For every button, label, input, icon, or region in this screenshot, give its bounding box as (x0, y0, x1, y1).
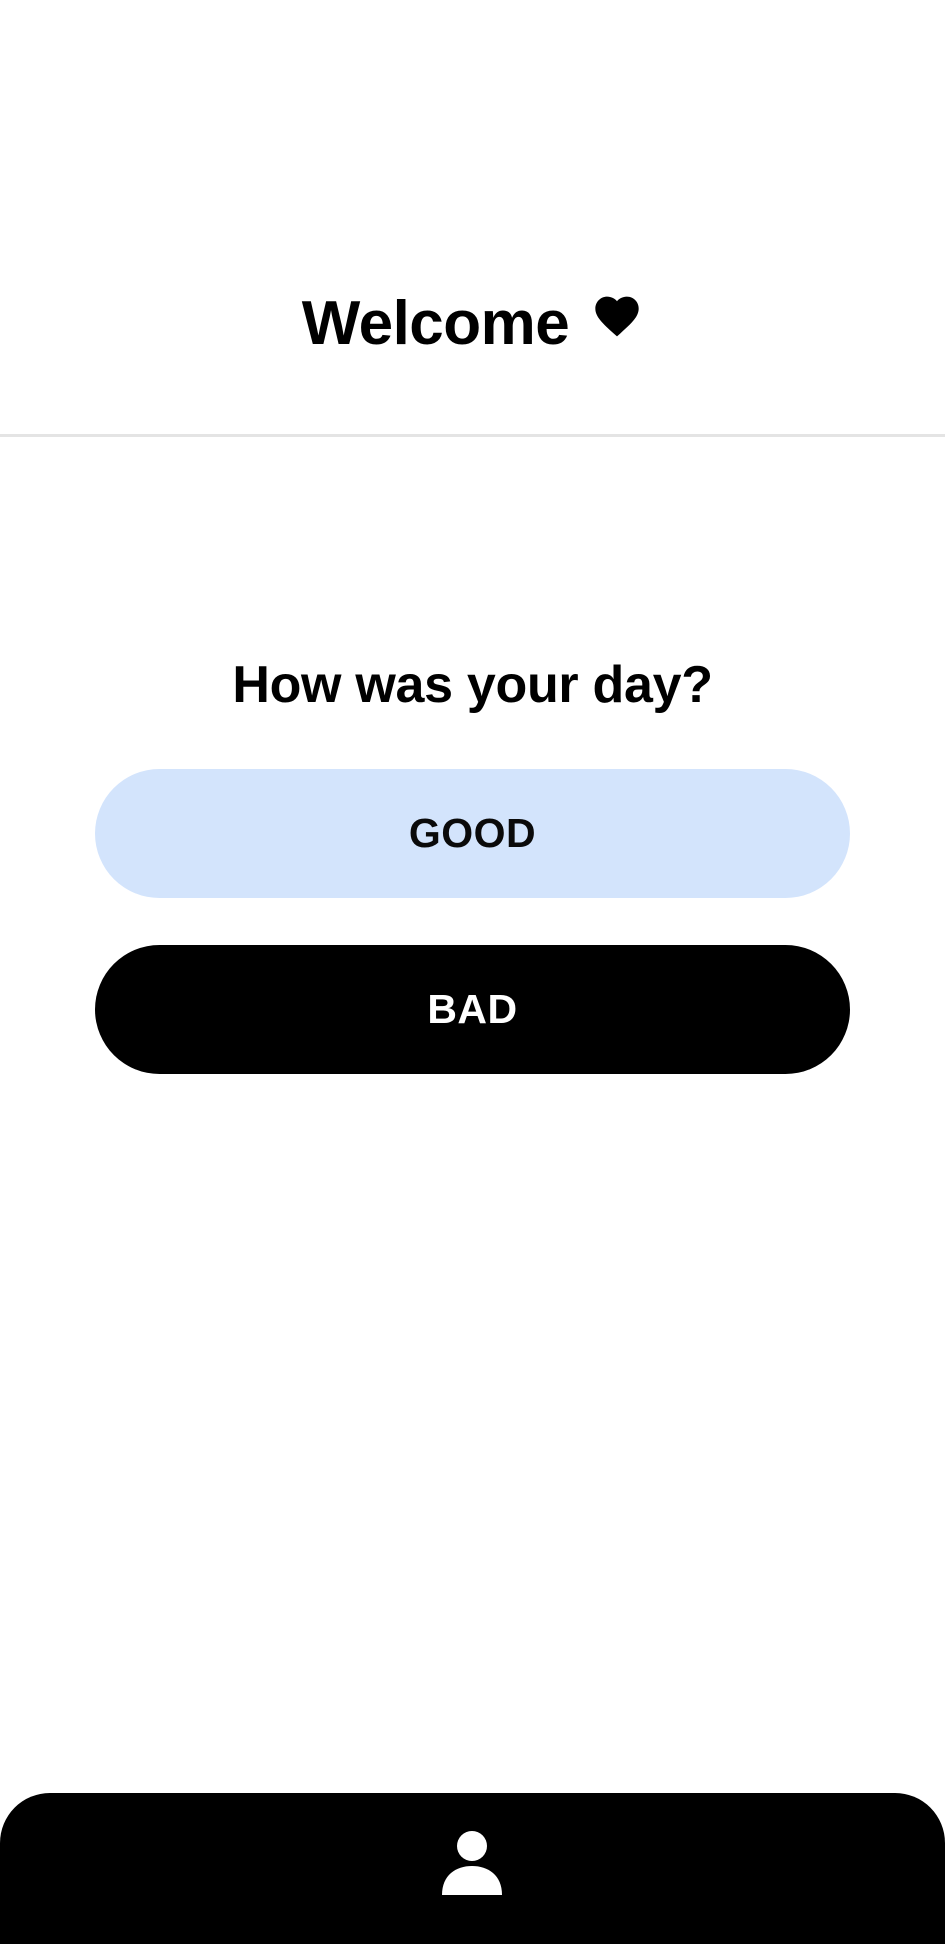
bottom-navigation-bar (0, 1793, 945, 1944)
bad-button[interactable]: BAD (95, 945, 850, 1074)
good-button-label: GOOD (408, 810, 537, 856)
person-icon[interactable] (440, 1829, 504, 1897)
header: Welcome (0, 0, 945, 437)
page-title: Welcome (301, 289, 570, 358)
good-button[interactable]: GOOD (95, 769, 850, 898)
title-row: Welcome (0, 288, 945, 359)
heart-icon (595, 296, 639, 336)
question-text: How was your day? (232, 656, 713, 714)
bad-button-label: BAD (427, 986, 518, 1032)
